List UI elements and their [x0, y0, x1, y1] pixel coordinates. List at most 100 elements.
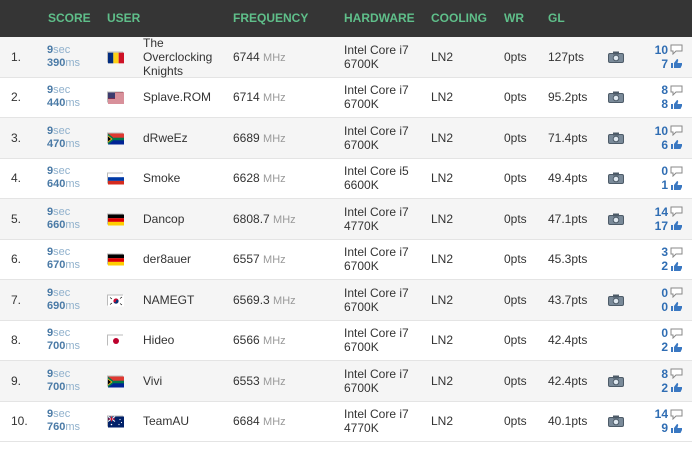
score[interactable]: 9sec 660ms [47, 206, 80, 232]
camera-icon[interactable] [608, 51, 624, 63]
user-link[interactable]: der8auer [143, 252, 227, 266]
thumbs-up-icon[interactable] [670, 220, 683, 231]
comment-bubble-icon[interactable] [670, 247, 683, 258]
hardware[interactable]: Intel Core i7 6700K [344, 124, 409, 152]
comment-bubble-icon[interactable] [670, 409, 683, 420]
col-frequency[interactable]: FREQUENCY [233, 11, 308, 25]
wr-points: 0pts [504, 292, 527, 307]
camera-icon[interactable] [608, 213, 624, 225]
wr-points: 0pts [504, 171, 527, 186]
score[interactable]: 9sec 440ms [47, 84, 80, 110]
flag-south-africa-icon [107, 132, 124, 145]
thumbs-up-icon[interactable] [670, 382, 683, 393]
comment-bubble-icon[interactable] [670, 206, 683, 218]
flag-usa-icon [107, 91, 124, 104]
score[interactable]: 9sec 700ms [47, 327, 80, 353]
camera-icon[interactable] [608, 294, 624, 306]
hardware[interactable]: Intel Core i7 6700K [344, 367, 409, 395]
user-link[interactable]: Splave.ROM [143, 90, 227, 104]
thumbs-up-icon[interactable] [670, 180, 683, 191]
gl-points: 43.7pts [548, 292, 588, 307]
hardware[interactable]: Intel Core i7 6700K [344, 326, 409, 354]
user-link[interactable]: The Overclocking Knights [143, 36, 227, 78]
thumbs-up-icon[interactable] [670, 301, 683, 312]
hardware[interactable]: Intel Core i7 4770K [344, 407, 409, 435]
col-user[interactable]: USER [107, 11, 140, 25]
wr-points: 0pts [504, 211, 527, 226]
thumbs-up-icon[interactable] [670, 139, 683, 150]
frequency: 6714 MHz [233, 90, 286, 105]
table-row[interactable]: 4. 9sec 640ms Smoke 6628 MHz Intel Core … [0, 158, 692, 199]
frequency: 6566 MHz [233, 333, 286, 348]
table-row[interactable]: 7. 9sec 690ms NAMEGT 6569.3 MHz Intel Co… [0, 280, 692, 321]
comment-bubble-icon[interactable] [670, 125, 683, 137]
col-hardware[interactable]: HARDWARE [344, 11, 415, 25]
cooling: LN2 [431, 252, 454, 267]
user-link[interactable]: Vivi [143, 374, 227, 388]
comment-bubble-icon[interactable] [670, 85, 683, 96]
user-link[interactable]: TeamAU [143, 414, 227, 428]
hardware[interactable]: Intel Core i7 4770K [344, 205, 409, 233]
gl-points: 127pts [548, 49, 585, 64]
score[interactable]: 9sec 470ms [47, 125, 80, 151]
hardware[interactable]: Intel Core i7 6700K [344, 286, 409, 314]
table-body: 1. 9sec 390ms The Overclocking Knights 674… [0, 36, 692, 442]
comment-bubble-icon[interactable] [670, 44, 683, 56]
user-link[interactable]: dRweEz [143, 131, 227, 145]
table-row[interactable]: 9. 9sec 700ms Vivi 6553 MHz Intel Core i… [0, 361, 692, 402]
camera-icon[interactable] [608, 172, 624, 185]
user-link[interactable]: NAMEGT [143, 293, 227, 307]
comment-bubble-icon[interactable] [670, 368, 683, 380]
camera-icon[interactable] [608, 132, 624, 144]
gl-points: 95.2pts [548, 90, 588, 105]
flag-russia-icon [107, 172, 124, 185]
score[interactable]: 9sec 670ms [47, 246, 80, 272]
table-row[interactable]: 8. 9sec 700ms Hideo 6566 MHz Intel Core … [0, 320, 692, 361]
table-row[interactable]: 10. 9sec 760ms TeamAU 6684 MHz Intel Cor… [0, 401, 692, 442]
thumbs-up-icon[interactable] [670, 99, 683, 110]
score[interactable]: 9sec 690ms [47, 287, 80, 313]
frequency: 6628 MHz [233, 171, 286, 186]
score[interactable]: 9sec 700ms [47, 368, 80, 394]
wr-points: 0pts [504, 252, 527, 267]
flag-germany-icon [107, 213, 124, 226]
col-score[interactable]: SCORE [48, 11, 91, 25]
user-link[interactable]: Hideo [143, 333, 227, 347]
table-row[interactable]: 5. 9sec 660ms Dancop 6808.7 MHz Intel Co… [0, 199, 692, 240]
hardware[interactable]: Intel Core i5 6600K [344, 164, 409, 192]
flag-romania-icon [107, 51, 124, 64]
thumbs-up-icon[interactable] [670, 342, 683, 353]
comment-bubble-icon[interactable] [670, 328, 683, 339]
comment-bubble-icon[interactable] [670, 166, 683, 177]
table-row[interactable]: 3. 9sec 470ms dRweEz 6689 MHz Intel Core… [0, 118, 692, 159]
votes: 14 9 [641, 407, 683, 435]
wr-points: 0pts [504, 414, 527, 429]
hardware[interactable]: Intel Core i7 6700K [344, 83, 409, 111]
camera-icon[interactable] [608, 91, 624, 104]
col-wr[interactable]: WR [504, 11, 524, 25]
hardware[interactable]: Intel Core i7 6700K [344, 43, 409, 71]
thumbs-up-icon[interactable] [670, 423, 683, 434]
gl-points: 42.4pts [548, 373, 588, 388]
wr-points: 0pts [504, 49, 527, 64]
col-cooling[interactable]: COOLING [431, 11, 487, 25]
score[interactable]: 9sec 760ms [47, 408, 80, 434]
score[interactable]: 9sec 640ms [47, 165, 80, 191]
cooling: LN2 [431, 130, 454, 145]
rank: 3. [11, 130, 22, 145]
table-row[interactable]: 2. 9sec 440ms Splave.ROM 6714 MHz Intel … [0, 77, 692, 118]
thumbs-up-icon[interactable] [670, 58, 683, 69]
user-link[interactable]: Dancop [143, 212, 227, 226]
camera-icon[interactable] [608, 375, 624, 387]
thumbs-up-icon[interactable] [670, 261, 683, 272]
hardware[interactable]: Intel Core i7 6700K [344, 245, 409, 273]
votes: 14 17 [641, 205, 683, 233]
table-row[interactable]: 6. 9sec 670ms der8auer 6557 MHz Intel Co… [0, 239, 692, 280]
camera-icon[interactable] [608, 415, 624, 428]
user-link[interactable]: Smoke [143, 171, 227, 185]
comment-bubble-icon[interactable] [670, 287, 683, 299]
rank: 1. [11, 49, 22, 64]
score[interactable]: 9sec 390ms [47, 44, 80, 70]
table-row[interactable]: 1. 9sec 390ms The Overclocking Knights 674… [0, 36, 692, 78]
col-gl[interactable]: GL [548, 11, 565, 25]
